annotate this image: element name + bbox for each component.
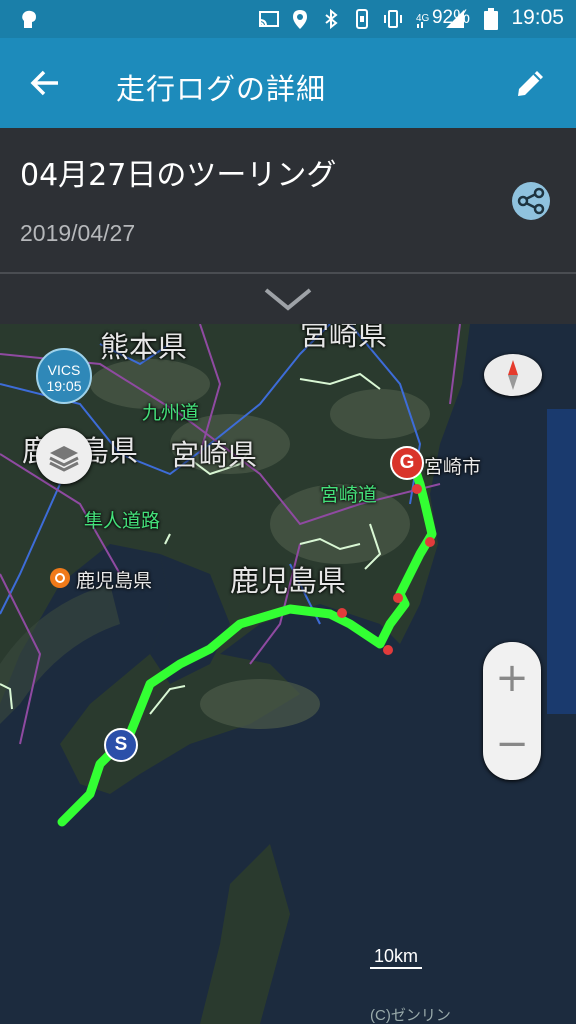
goal-marker[interactable]: G <box>390 446 424 480</box>
share-button[interactable] <box>512 182 550 220</box>
map-copyright: (C)ゼンリン <box>370 1007 451 1024</box>
map-label-city: 宮崎市 <box>424 456 482 478</box>
divider <box>0 272 576 274</box>
layers-icon <box>49 446 79 472</box>
edit-pencil-icon[interactable] <box>514 66 548 100</box>
app-bar: 走行ログの詳細 <box>0 38 576 128</box>
vics-time: 19:05 <box>46 378 82 394</box>
bluetooth-icon <box>325 8 338 30</box>
compass-button[interactable] <box>484 354 542 396</box>
trip-detail-panel: 04月27日のツーリング 2019/04/27 <box>0 128 576 324</box>
map-view[interactable]: 熊本県 宮崎県 鹿児島県 宮崎県 鹿児島県 九州道 宮崎道 隼人道路 宮崎市 鹿… <box>0 324 576 1024</box>
cast-icon <box>259 11 279 27</box>
trip-date: 2019/04/27 <box>20 220 136 246</box>
start-marker[interactable]: S <box>104 728 138 762</box>
chevron-down-icon[interactable] <box>262 284 314 314</box>
location-icon <box>293 10 307 29</box>
compass-icon <box>508 360 518 390</box>
vics-label: VICS <box>47 362 81 378</box>
map-label-prefecture: 鹿児島県 <box>230 564 347 598</box>
map-label-road: 隼人道路 <box>84 510 161 532</box>
back-arrow-icon[interactable] <box>28 66 62 100</box>
map-scale: 10km <box>370 946 423 969</box>
notification-icon <box>22 10 36 29</box>
vibrate-icon <box>384 10 402 28</box>
battery-icon <box>484 8 498 30</box>
battery-percent: 92% <box>431 7 470 28</box>
zoom-out-button[interactable]: − <box>483 712 541 776</box>
trip-title: 04月27日のツーリング <box>20 158 337 193</box>
phone-signal-icon <box>356 9 368 29</box>
clock: 19:05 <box>511 6 564 29</box>
vics-button[interactable]: VICS 19:05 <box>36 348 92 404</box>
map-label-road: 九州道 <box>142 402 200 424</box>
share-icon <box>517 187 545 215</box>
zoom-control: + − <box>483 642 541 780</box>
map-label-city: 鹿児島県 <box>76 570 153 592</box>
map-label-road: 宮崎道 <box>320 484 378 506</box>
map-label-prefecture: 宮崎県 <box>170 438 258 472</box>
map-label-prefecture: 熊本県 <box>100 330 188 364</box>
status-bar: 4G 92% 19:05 <box>0 0 576 38</box>
page-title: 走行ログの詳細 <box>116 72 327 106</box>
map-label-prefecture: 宮崎県 <box>300 324 388 352</box>
layers-button[interactable] <box>36 428 92 484</box>
zoom-in-button[interactable]: + <box>483 646 541 710</box>
